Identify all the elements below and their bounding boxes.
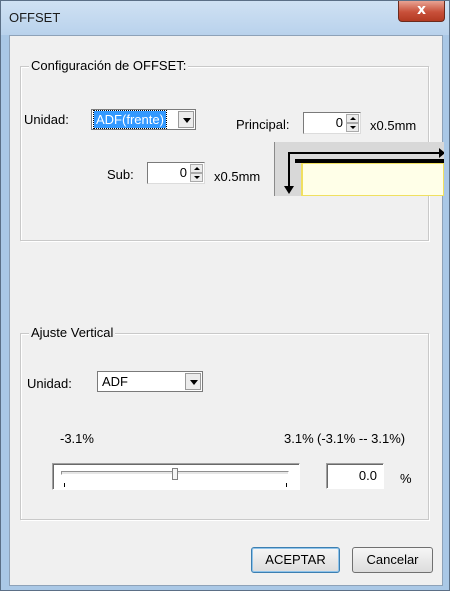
slider-min-label: -3.1% xyxy=(60,431,94,446)
vertical-group xyxy=(20,333,429,520)
offset-unit-select[interactable]: ADF(frente) xyxy=(91,109,196,130)
sub-label: Sub: xyxy=(107,167,134,182)
vertical-slider[interactable] xyxy=(52,463,300,490)
slider-max-label: 3.1% xyxy=(284,431,314,446)
offset-unit-value: ADF(frente) xyxy=(93,110,167,129)
principal-unit: x0.5mm xyxy=(370,118,417,133)
offset-preview xyxy=(274,142,444,196)
vertical-value-text: 0.0 xyxy=(358,468,377,483)
spin-down-icon[interactable] xyxy=(190,173,203,182)
sub-value: 0 xyxy=(179,165,187,180)
spin-down-icon[interactable] xyxy=(346,123,359,132)
principal-stepper[interactable]: 0 xyxy=(303,112,361,134)
paper-edge xyxy=(295,159,444,163)
vertical-group-legend: Ajuste Vertical xyxy=(29,325,116,340)
sub-updown[interactable] xyxy=(190,164,203,182)
slider-tick-max xyxy=(286,483,287,487)
slider-range-label: (-3.1% -- 3.1%) xyxy=(317,431,406,446)
title-bar[interactable]: OFFSET x xyxy=(1,1,449,35)
offset-group-legend: Configuración de OFFSET: xyxy=(29,58,189,73)
principal-updown[interactable] xyxy=(346,114,359,132)
vertical-unit-label: Unidad: xyxy=(27,376,72,391)
chevron-down-icon[interactable] xyxy=(185,373,201,390)
window-title: OFFSET xyxy=(9,10,61,25)
spin-up-icon[interactable] xyxy=(346,114,359,123)
offset-unit-label: Unidad: xyxy=(24,112,69,127)
dialog-window: OFFSET x Configuración de OFFSET: Unidad… xyxy=(0,0,450,591)
slider-tick-min xyxy=(64,483,65,487)
vertical-value-field[interactable]: 0.0 xyxy=(326,463,384,489)
sub-unit: x0.5mm xyxy=(214,169,261,184)
principal-label: Principal: xyxy=(236,117,290,132)
slider-thumb[interactable] xyxy=(172,468,178,480)
offset-arrows-icon xyxy=(275,142,444,196)
cancel-button[interactable]: Cancelar xyxy=(352,547,433,573)
vertical-unit-value: ADF xyxy=(102,374,128,389)
principal-value: 0 xyxy=(335,115,343,130)
paper-sheet xyxy=(301,162,444,196)
chevron-down-icon[interactable] xyxy=(178,111,194,128)
dialog-body: Configuración de OFFSET: Unidad: ADF(fre… xyxy=(9,35,444,586)
sub-stepper[interactable]: 0 xyxy=(147,162,205,184)
accept-button[interactable]: ACEPTAR xyxy=(251,547,340,573)
vertical-unit-select[interactable]: ADF xyxy=(97,371,203,392)
close-button[interactable]: x xyxy=(398,1,445,22)
spin-up-icon[interactable] xyxy=(190,164,203,173)
percent-sign: % xyxy=(400,471,412,486)
